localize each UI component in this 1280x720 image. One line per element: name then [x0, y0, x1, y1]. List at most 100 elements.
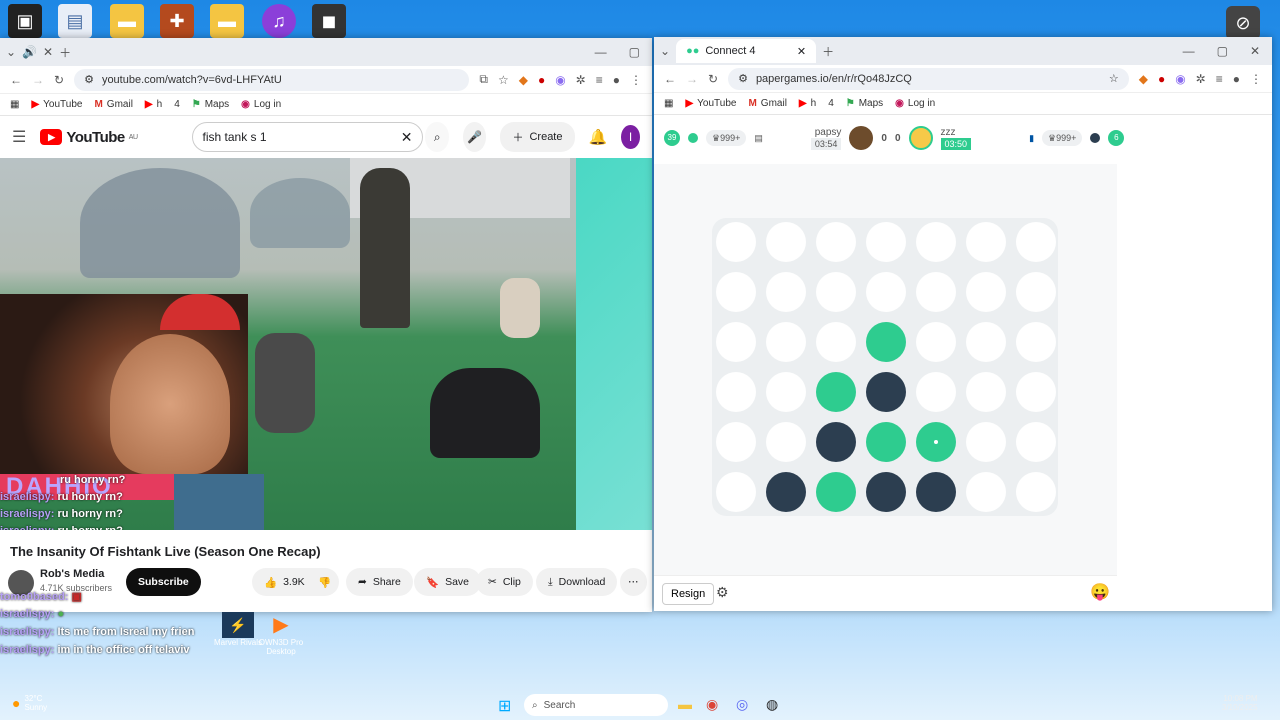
settings-icon[interactable]: ⚙ [716, 584, 729, 601]
empty-slot[interactable] [766, 422, 806, 462]
url-field[interactable]: ⚙ youtube.com/watch?v=6vd-LHFYAtU [74, 68, 470, 91]
create-button[interactable]: ＋ Create [500, 122, 575, 152]
bookmark-maps[interactable]: ⚑ Maps [192, 99, 229, 110]
bookmark-gmail[interactable]: M Gmail [748, 98, 786, 109]
empty-slot[interactable] [766, 372, 806, 412]
start-icon[interactable]: ⊞ [498, 696, 511, 716]
forward-icon[interactable]: → [686, 72, 698, 86]
bookmark-4[interactable]: 4 [174, 99, 180, 110]
empty-slot[interactable] [766, 322, 806, 362]
tab-menu-icon[interactable]: ⌄ [6, 45, 16, 59]
empty-slot[interactable] [816, 272, 856, 312]
clip-button[interactable]: ✂ Clip [476, 568, 533, 596]
empty-slot[interactable] [1016, 472, 1056, 512]
metamask-icon[interactable]: ◆ [519, 73, 528, 87]
profile-icon[interactable]: ● [613, 73, 620, 87]
bookmark-gmail[interactable]: M Gmail [94, 99, 132, 110]
more-icon[interactable]: ⋮ [1250, 72, 1262, 86]
empty-slot[interactable] [816, 222, 856, 262]
hamburger-menu-icon[interactable]: ☰ [12, 127, 26, 147]
resign-button[interactable]: Resign [662, 583, 715, 605]
url-field[interactable]: ⚙ papergames.io/en/r/rQo48JzCQ ☆ [728, 67, 1129, 90]
empty-slot[interactable] [716, 372, 756, 412]
bookmark-login[interactable]: ◉ Log in [895, 98, 935, 109]
bookmark-h[interactable]: ▶ h [145, 99, 162, 110]
tf2-icon[interactable]: ✚ [160, 4, 194, 38]
empty-slot[interactable] [766, 272, 806, 312]
emoji-icon[interactable]: 😛 [1090, 582, 1110, 602]
extensions-icon[interactable]: ✲ [576, 73, 586, 87]
bookmark-login[interactable]: ◉ Log in [241, 99, 281, 110]
bookmark-maps[interactable]: ⚑ Maps [846, 98, 883, 109]
bookmark-h[interactable]: ▶ h [799, 98, 816, 109]
voice-search-icon[interactable]: 🎤 [462, 122, 487, 152]
empty-slot[interactable] [966, 372, 1006, 412]
new-tab-icon[interactable]: ＋ [822, 43, 834, 60]
metamask-icon[interactable]: ◆ [1139, 72, 1148, 86]
reload-icon[interactable]: ↻ [54, 73, 64, 87]
empty-slot[interactable] [1016, 222, 1056, 262]
assistant-icon[interactable]: ⊘ [1226, 6, 1260, 40]
empty-slot[interactable] [816, 322, 856, 362]
chrome-icon[interactable]: ◉ [706, 696, 718, 713]
search-icon[interactable]: ⌕ [425, 122, 449, 152]
maximize-icon[interactable]: ▢ [629, 45, 640, 59]
search-input[interactable]: fish tank s 1 ✕ [191, 122, 424, 152]
empty-slot[interactable] [866, 272, 906, 312]
empty-slot[interactable] [916, 222, 956, 262]
close-tab-icon[interactable]: ✕ [797, 45, 806, 58]
back-icon[interactable]: ← [664, 72, 676, 86]
extension-icon[interactable]: ● [1158, 72, 1165, 86]
game-icon[interactable]: ◼ [312, 4, 346, 38]
empty-slot[interactable] [716, 472, 756, 512]
site-info-icon[interactable]: ⚙ [84, 73, 94, 86]
minimize-icon[interactable]: — [1183, 44, 1195, 58]
profile-icon[interactable]: ● [1233, 72, 1240, 86]
empty-slot[interactable] [866, 222, 906, 262]
apps-icon[interactable]: ▦ [664, 98, 673, 109]
steam-icon[interactable]: ◍ [766, 696, 778, 713]
empty-slot[interactable] [716, 422, 756, 462]
forward-icon[interactable]: → [32, 73, 44, 87]
extensions-icon[interactable]: ✲ [1196, 72, 1206, 86]
empty-slot[interactable] [766, 222, 806, 262]
bookmark-youtube[interactable]: ▶ YouTube [685, 98, 736, 109]
empty-slot[interactable] [1016, 422, 1056, 462]
close-window-icon[interactable]: ✕ [1250, 44, 1260, 58]
desktop-app-own3d[interactable]: ▶ OWN3D Pro Desktop [256, 612, 306, 656]
maximize-icon[interactable]: ▢ [1217, 44, 1228, 58]
bookmark-youtube[interactable]: ▶ YouTube [31, 99, 82, 110]
more-icon[interactable]: ⋮ [630, 73, 642, 87]
extension-icon[interactable]: ◉ [555, 73, 565, 87]
channel-name[interactable]: Rob's Media [40, 568, 104, 580]
youtube-logo[interactable]: ▶ YouTube AU [40, 129, 138, 146]
empty-slot[interactable] [716, 222, 756, 262]
audio-playing-icon[interactable]: 🔊 [22, 45, 37, 59]
system-clock[interactable]: 10:08 PM 3/10/2025 [1222, 694, 1258, 712]
empty-slot[interactable] [966, 222, 1006, 262]
dislike-button[interactable]: 👎 [310, 568, 340, 596]
reading-list-icon[interactable]: ≡ [596, 73, 603, 87]
notifications-icon[interactable]: 🔔 [589, 128, 608, 146]
extension-icon[interactable]: ● [538, 73, 545, 87]
file-icon[interactable]: ▤ [58, 4, 92, 38]
install-icon[interactable]: ⧉ [479, 72, 488, 87]
empty-slot[interactable] [1016, 372, 1056, 412]
extension-icon[interactable]: ◉ [1175, 72, 1185, 86]
bookmark-4[interactable]: 4 [828, 98, 834, 109]
tab-menu-icon[interactable]: ⌄ [660, 44, 670, 58]
empty-slot[interactable] [1016, 272, 1056, 312]
like-button[interactable]: 👍 3.9K [252, 568, 317, 596]
apps-icon[interactable]: ▦ [10, 99, 19, 110]
site-info-icon[interactable]: ⚙ [738, 72, 748, 85]
roblox-icon[interactable]: ▣ [8, 4, 42, 38]
close-tab-icon[interactable]: ✕ [43, 45, 53, 59]
empty-slot[interactable] [966, 422, 1006, 462]
taskbar-search-input[interactable]: ⌕ Search [524, 694, 668, 716]
folder-icon[interactable]: ▬ [210, 4, 244, 38]
avatar[interactable]: I [621, 125, 640, 149]
bookmark-star-icon[interactable]: ☆ [1109, 72, 1119, 85]
minimize-icon[interactable]: — [595, 45, 607, 59]
reading-list-icon[interactable]: ≡ [1216, 72, 1223, 86]
save-button[interactable]: 🔖 Save [414, 568, 482, 596]
